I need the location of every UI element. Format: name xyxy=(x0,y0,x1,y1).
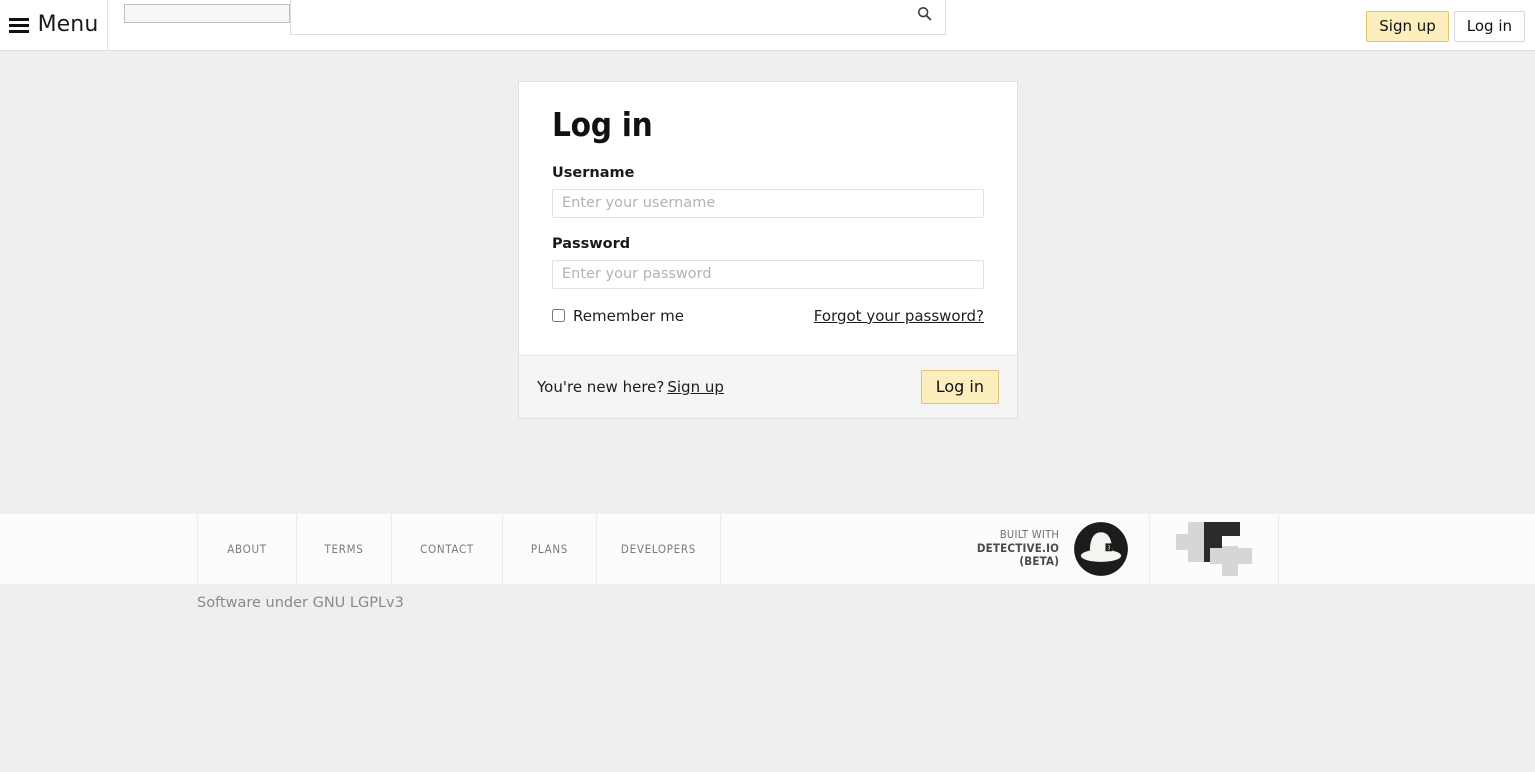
built-with-line2: DETECTIVE.IO xyxy=(977,542,1059,556)
footer-right-spacer xyxy=(1279,514,1535,584)
copyright-text: Software under GNU LGPLv3 xyxy=(197,595,404,611)
built-with-block: BUILT WITH DETECTIVE.IO (BETA) 3 xyxy=(977,514,1149,584)
footer-secondary-logo-cell xyxy=(1149,514,1279,584)
search-submit-button[interactable] xyxy=(911,0,937,26)
signup-prompt: You're new here?Sign up xyxy=(537,378,724,396)
login-card: Log in Username Password Remember me For… xyxy=(518,81,1018,419)
detective-hat-logo[interactable]: 3 xyxy=(1073,521,1129,577)
footer-mid-gap xyxy=(721,514,977,584)
page-title: Log in xyxy=(552,108,984,143)
remember-me-checkbox[interactable] xyxy=(552,309,565,322)
password-input[interactable] xyxy=(552,260,984,289)
forgot-password-link[interactable]: Forgot your password? xyxy=(814,307,984,325)
card-signup-link[interactable]: Sign up xyxy=(667,378,724,396)
footer-link-terms[interactable]: TERMS xyxy=(296,514,391,584)
header-filter-input[interactable] xyxy=(124,4,290,23)
auth-buttons-group: Sign up Log in xyxy=(1366,11,1525,42)
site-footer: ABOUT TERMS CONTACT PLANS DEVELOPERS BUI… xyxy=(0,514,1535,584)
footer-link-plans[interactable]: PLANS xyxy=(502,514,596,584)
pixel-t-logo[interactable] xyxy=(1176,520,1252,578)
login-card-footer: You're new here?Sign up Log in xyxy=(519,355,1017,418)
password-label: Password xyxy=(552,236,984,252)
username-field-group: Username xyxy=(552,165,984,218)
remember-me-label: Remember me xyxy=(573,307,684,325)
built-with-text: BUILT WITH DETECTIVE.IO (BETA) xyxy=(977,529,1059,569)
remember-me-control[interactable]: Remember me xyxy=(552,307,684,325)
menu-button-label: Menu xyxy=(38,14,99,36)
top-header: Menu Sign up Log in xyxy=(0,0,1535,51)
login-options-row: Remember me Forgot your password? xyxy=(552,307,984,325)
footer-link-contact[interactable]: CONTACT xyxy=(391,514,502,584)
svg-text:3: 3 xyxy=(1107,546,1110,552)
built-with-line1: BUILT WITH xyxy=(977,529,1059,542)
page-root: Menu Sign up Log in Log in Username xyxy=(0,0,1535,772)
footer-left-spacer xyxy=(0,514,197,584)
signup-prompt-text: You're new here? xyxy=(537,378,664,396)
password-field-group: Password xyxy=(552,236,984,289)
hamburger-icon xyxy=(9,18,29,33)
username-label: Username xyxy=(552,165,984,181)
header-login-button[interactable]: Log in xyxy=(1454,11,1525,42)
footer-link-about[interactable]: ABOUT xyxy=(197,514,296,584)
search-bar xyxy=(290,0,946,35)
footer-link-developers[interactable]: DEVELOPERS xyxy=(596,514,721,584)
login-submit-button[interactable]: Log in xyxy=(921,370,999,404)
footer-nav: ABOUT TERMS CONTACT PLANS DEVELOPERS xyxy=(197,514,721,584)
header-signup-button[interactable]: Sign up xyxy=(1366,11,1449,42)
username-input[interactable] xyxy=(552,189,984,218)
search-icon xyxy=(917,6,932,21)
menu-button[interactable]: Menu xyxy=(0,0,108,50)
login-card-body: Log in Username Password Remember me For… xyxy=(519,82,1017,355)
built-with-line3: (BETA) xyxy=(977,555,1059,569)
search-input[interactable] xyxy=(291,0,901,34)
